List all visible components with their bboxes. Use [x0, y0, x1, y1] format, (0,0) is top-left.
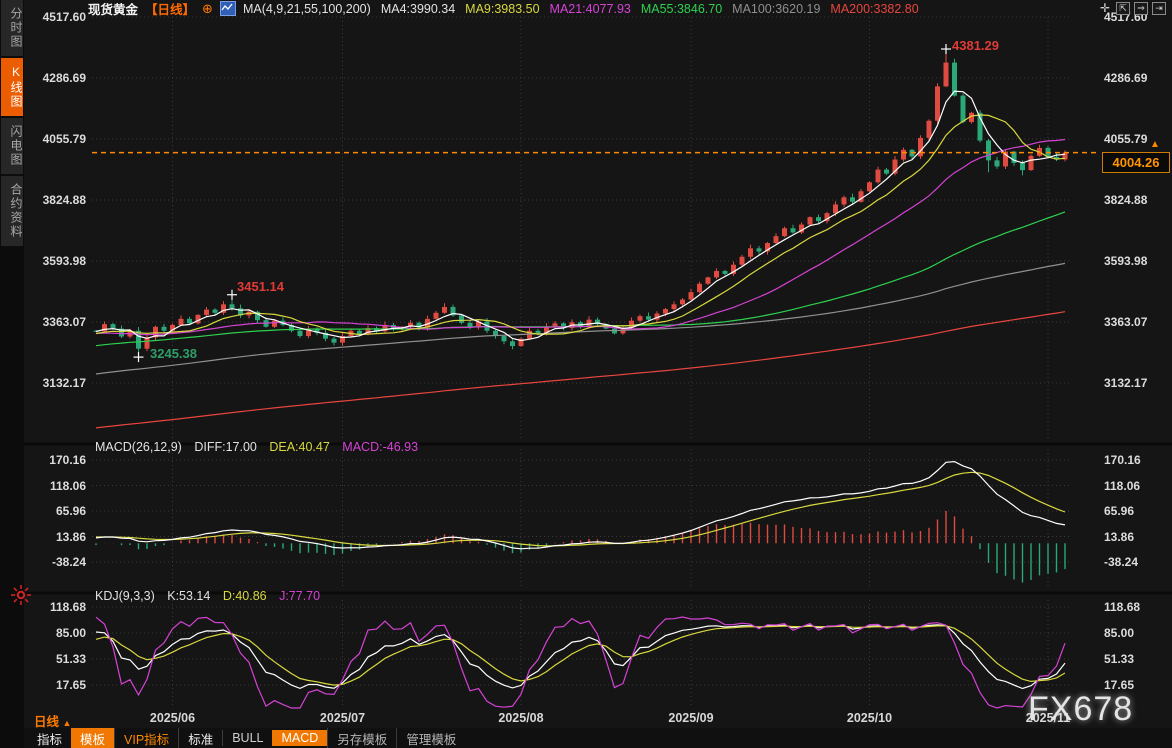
- price-arrow-icon: ▲: [1150, 139, 1160, 150]
- date-label: 2025/10: [847, 711, 892, 725]
- ma-legend-item: MA100:3620.19: [732, 2, 820, 16]
- last-price-tag: 4004.26: [1102, 152, 1170, 173]
- ma-legend-item: MA4:3990.34: [381, 2, 455, 16]
- ma-legend-item: MA21:4077.93: [550, 2, 631, 16]
- macd-bar-value: MACD:-46.93: [342, 440, 418, 454]
- hot-indicator-icon: [10, 584, 32, 606]
- tab-plain[interactable]: 标准: [178, 728, 222, 748]
- peak-high-annotation: 4381.29: [952, 38, 999, 53]
- june-high-annotation: 3451.14: [237, 279, 284, 294]
- trading-app: 分时图K线图闪电图合约资料 现货黄金 【日线】 ⊕ MA(4,9,21,55,1…: [0, 0, 1172, 748]
- sidebar-item-tab[interactable]: 合约资料: [1, 176, 23, 246]
- ma-legend-item: MA(4,9,21,55,100,200): [243, 2, 371, 16]
- symbol-name: 现货黄金: [88, 0, 138, 18]
- kdj-d-value: D:40.86: [223, 589, 267, 603]
- ma-legend: MA(4,9,21,55,100,200) MA4:3990.34 MA9:3983…: [243, 2, 919, 16]
- pan-icon[interactable]: ✛: [1098, 2, 1112, 15]
- tab-active[interactable]: MACD: [272, 730, 327, 746]
- chart-canvas[interactable]: [0, 0, 1172, 748]
- kdj-j-value: J:77.70: [279, 589, 320, 603]
- tab-bull[interactable]: BULL: [222, 730, 272, 746]
- date-label: 2025/06: [150, 711, 195, 725]
- date-label: 2025/09: [668, 711, 713, 725]
- mini-chart-icon[interactable]: [220, 1, 236, 16]
- kdj-legend: KDJ(9,3,3) K:53.14 D:40.86 J:77.70: [95, 589, 329, 603]
- macd-legend: MACD(26,12,9) DIFF:17.00 DEA:40.47 MACD:…: [95, 440, 427, 454]
- tab-plain[interactable]: 指标: [28, 728, 71, 748]
- add-indicator-icon[interactable]: ⊕: [202, 2, 213, 15]
- chart-toolbar: ✛ ⇱ ⇒ ⇥: [1098, 2, 1166, 15]
- chevron-up-icon: ▲: [63, 718, 72, 728]
- tab-vip[interactable]: VIP指标: [114, 728, 178, 748]
- tab-muted[interactable]: 另存模板: [327, 728, 396, 748]
- bottom-tabbar: 指标模板VIP指标标准BULLMACD另存模板管理模板: [24, 728, 1172, 748]
- tab-muted[interactable]: 管理模板: [396, 728, 465, 748]
- ma-legend-item: MA200:3382.80: [830, 2, 918, 16]
- ma-legend-item: MA55:3846.70: [641, 2, 722, 16]
- chart-header: 现货黄金 【日线】 ⊕ MA(4,9,21,55,100,200) MA4:399…: [88, 0, 919, 17]
- macd-diff-value: DIFF:17.00: [194, 440, 257, 454]
- sidebar-item-active[interactable]: K线图: [1, 58, 23, 116]
- macd-dea-value: DEA:40.47: [269, 440, 329, 454]
- date-label: 2025/07: [320, 711, 365, 725]
- kdj-name: KDJ(9,3,3): [95, 589, 155, 603]
- sidebar-item-tab[interactable]: 闪电图: [1, 118, 23, 174]
- date-label: 2025/08: [498, 711, 543, 725]
- macd-name: MACD(26,12,9): [95, 440, 182, 454]
- goto-latest-icon[interactable]: ⇥: [1152, 2, 1166, 15]
- ma-legend-item: MA9:3983.50: [465, 2, 539, 16]
- sidebar-item-tab[interactable]: 分时图: [1, 0, 23, 56]
- kdj-k-value: K:53.14: [167, 589, 210, 603]
- fit-chart-icon[interactable]: ⇱: [1116, 2, 1130, 15]
- tab-active[interactable]: 模板: [71, 728, 114, 748]
- fx678-watermark: FX678: [1028, 690, 1133, 729]
- may-low-annotation: 3245.38: [150, 346, 197, 361]
- sidebar: 分时图K线图闪电图合约资料: [0, 0, 24, 748]
- period-badge: 【日线】: [145, 0, 195, 18]
- shift-right-icon[interactable]: ⇒: [1134, 2, 1148, 15]
